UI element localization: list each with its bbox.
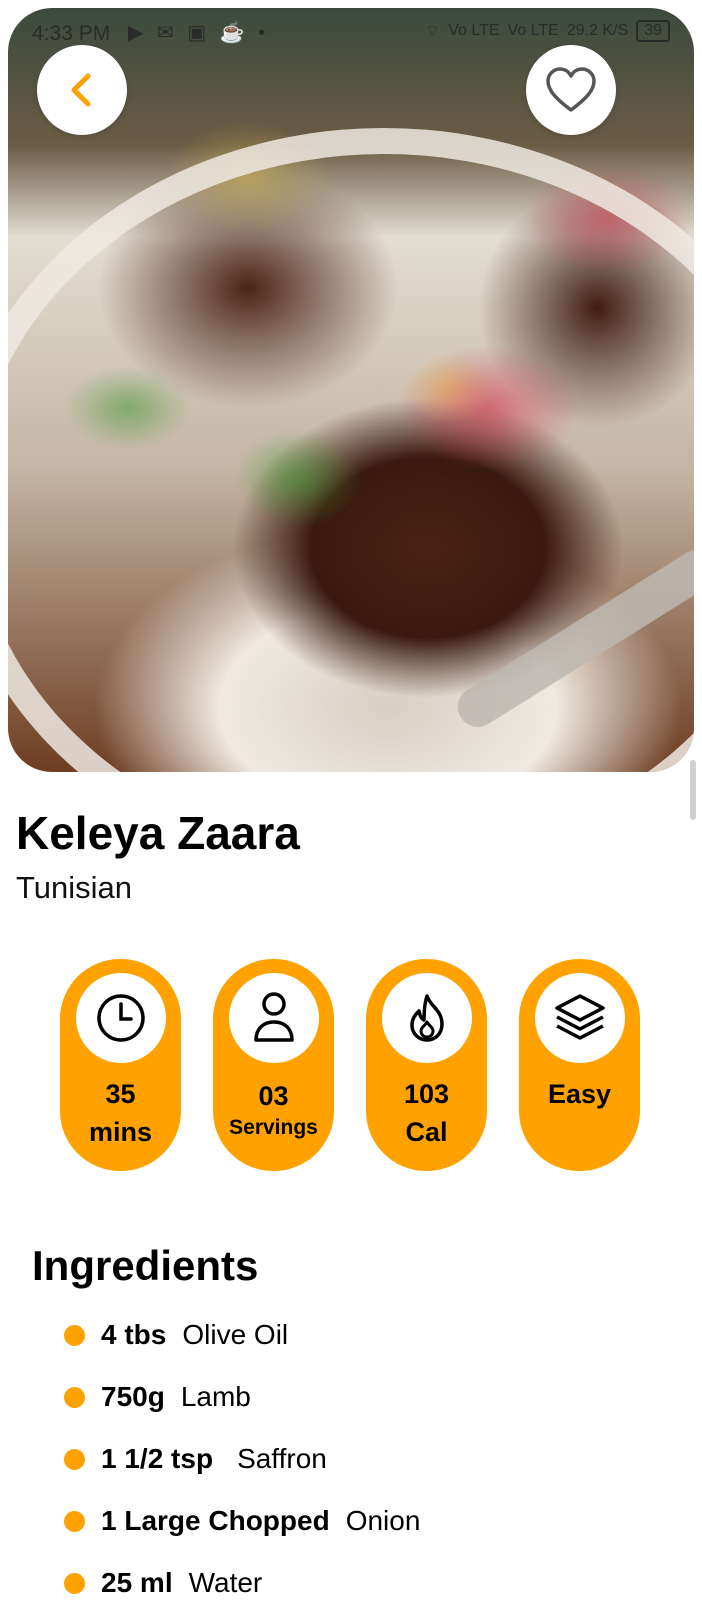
ingredient-name: Olive Oil — [182, 1319, 289, 1350]
list-item: 25 ml Water — [64, 1552, 420, 1614]
notification-icons: ▶ ✉ ▣ ☕ • — [128, 22, 270, 44]
ingredient-quantity: 1 1/2 tsp — [101, 1443, 214, 1474]
stat-difficulty-label: Easy — [547, 1079, 612, 1109]
ingredient-quantity: 25 ml — [101, 1567, 173, 1598]
status-right: ⌔ Vo LTE Vo LTE 29.2 K/S 39 — [425, 20, 670, 42]
stat-calories-value: 103 Cal — [404, 1075, 449, 1151]
network-label: Vo LTE — [448, 22, 500, 39]
recipe-stats: 35 mins 03 Servings 103 Cal Easy — [60, 959, 644, 1171]
battery-icon: 39 — [636, 20, 670, 42]
heart-icon — [546, 67, 596, 112]
ingredient-name: Lamb — [180, 1381, 251, 1412]
plate-rim — [8, 128, 694, 772]
person-icon-wrap — [228, 973, 319, 1063]
scrollbar[interactable] — [690, 760, 696, 820]
stat-servings: 03 Servings — [213, 959, 334, 1171]
back-button[interactable] — [37, 45, 127, 135]
bullet-icon — [64, 1386, 85, 1408]
ingredient-name: Onion — [345, 1505, 421, 1536]
stat-servings-value: 03 Servings — [229, 1079, 318, 1143]
ingredient-quantity: 750g — [101, 1381, 165, 1412]
stat-time-unit: mins — [88, 1117, 153, 1147]
list-item: 1 1/2 tsp Saffron — [64, 1428, 420, 1490]
flame-icon-wrap — [381, 973, 472, 1063]
ingredient-quantity: 4 tbs — [101, 1319, 167, 1350]
list-item: 1 Large Chopped Onion — [64, 1490, 420, 1552]
stat-difficulty: Easy — [519, 959, 640, 1171]
layers-icon — [554, 994, 605, 1040]
stat-servings-unit: Servings — [229, 1116, 318, 1139]
ingredients-title: Ingredients — [32, 1242, 259, 1289]
speed-label: 29.2 K/S — [566, 22, 629, 39]
clock-icon-wrap — [75, 973, 166, 1063]
stat-time-value: 35 mins — [89, 1075, 152, 1151]
stat-calories: 103 Cal — [366, 959, 487, 1171]
ingredient-name: Water — [188, 1567, 263, 1598]
status-time: 4:33 PM — [32, 22, 111, 45]
clock-icon — [96, 994, 145, 1042]
stat-calories-unit: Cal — [405, 1117, 448, 1147]
recipe-cuisine: Tunisian — [16, 870, 133, 905]
ingredients-list: 4 tbs Olive Oil 750g Lamb 1 1/2 tsp Saff… — [64, 1304, 420, 1614]
network-label-2: Vo LTE — [507, 22, 559, 39]
bullet-icon — [64, 1324, 85, 1346]
wifi-icon: ⌔ — [425, 23, 441, 40]
favorite-button[interactable] — [526, 45, 616, 135]
stat-time: 35 mins — [60, 959, 181, 1171]
bullet-icon — [64, 1448, 85, 1470]
stat-servings-number: 03 — [258, 1081, 289, 1111]
bullet-icon — [64, 1572, 85, 1594]
ingredient-name: Saffron — [237, 1443, 327, 1474]
stat-calories-number: 103 — [403, 1079, 450, 1109]
stat-difficulty-value: Easy — [548, 1075, 611, 1113]
list-item: 750g Lamb — [64, 1366, 420, 1428]
stat-time-number: 35 — [105, 1079, 136, 1109]
flame-icon — [409, 994, 444, 1042]
list-item: 4 tbs Olive Oil — [64, 1304, 420, 1366]
chevron-left-icon — [71, 73, 91, 107]
layers-icon-wrap — [534, 973, 625, 1063]
ingredient-quantity: 1 Large Chopped — [101, 1505, 330, 1536]
person-icon — [253, 992, 294, 1042]
recipe-title: Keleya Zaara — [16, 807, 300, 859]
bullet-icon — [64, 1510, 85, 1532]
